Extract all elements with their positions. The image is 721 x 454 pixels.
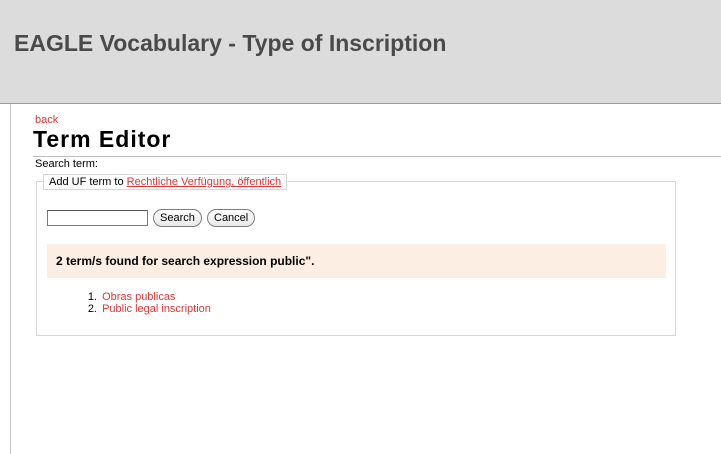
app-title: EAGLE Vocabulary - Type of Inscription xyxy=(14,30,447,56)
list-item: 1. Obras publicas xyxy=(86,291,211,303)
page-title: Term Editor xyxy=(33,126,172,152)
back-link[interactable]: back xyxy=(35,114,58,126)
left-divider xyxy=(10,104,11,454)
result-link[interactable]: Obras publicas xyxy=(102,291,175,303)
fieldset-legend: Add UF term to Rechtliche Verfügung, öff… xyxy=(43,174,288,190)
app-header: EAGLE Vocabulary - Type of Inscription xyxy=(0,0,721,104)
list-item-number: 2. xyxy=(87,303,97,315)
search-input[interactable] xyxy=(47,210,148,226)
list-item-number: 1. xyxy=(87,291,97,303)
result-link[interactable]: Public legal inscription xyxy=(102,303,211,315)
list-item: 2. Public legal inscription xyxy=(86,303,211,315)
search-button[interactable]: Search xyxy=(153,209,202,227)
results-summary-box: 2 term/s found for search expression pub… xyxy=(47,244,666,278)
parent-term-link[interactable]: Rechtliche Verfügung, öffentlich xyxy=(127,176,282,188)
title-divider xyxy=(33,156,721,157)
search-term-label: Search term: xyxy=(35,158,98,170)
cancel-button[interactable]: Cancel xyxy=(207,209,256,227)
results-list: 1. Obras publicas 2. Public legal inscri… xyxy=(86,291,211,315)
results-summary: 2 term/s found for search expression pub… xyxy=(56,254,315,268)
legend-prefix: Add UF term to xyxy=(49,176,124,188)
